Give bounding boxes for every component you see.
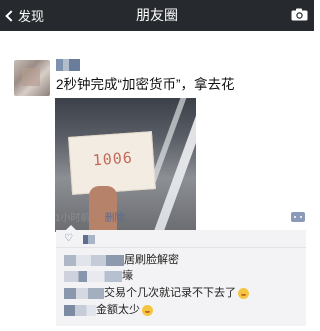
like-name-blurred[interactable]: [83, 234, 95, 244]
comment-item[interactable]: 交易个几次就记录不下去了: [64, 284, 249, 300]
page-title: 朋友圈: [136, 7, 178, 23]
commenter-name-blurred[interactable]: [64, 287, 104, 299]
post-time: 1小时前: [55, 213, 91, 224]
smile-emoji: [142, 304, 153, 316]
commenter-name-blurred[interactable]: [64, 254, 124, 266]
delete-link[interactable]: 删除: [105, 209, 125, 224]
comment-item[interactable]: 居刷脸解密: [64, 251, 179, 267]
post-meta: 1小时前 删除: [55, 209, 125, 224]
divider: [56, 247, 306, 248]
grinning-sweat-emoji: [238, 287, 249, 299]
heart-icon: ♡: [64, 233, 73, 244]
comment-text: 壕: [122, 270, 133, 282]
more-options-icon[interactable]: [291, 212, 305, 222]
comments-box: ♡ 居刷脸解密 壕 交易个几次就记录不下去了 金额太少: [56, 225, 306, 326]
comments-caret: [66, 225, 76, 230]
comment-text: 金额太少: [96, 304, 140, 316]
comment-item[interactable]: 金额太少: [64, 301, 153, 317]
comment-text: 交易个几次就记录不下去了: [104, 287, 236, 299]
avatar[interactable]: [14, 60, 50, 96]
camera-icon[interactable]: [291, 8, 308, 21]
top-navbar: 发现 朋友圈: [0, 0, 314, 31]
comment-text: 居刷脸解密: [124, 254, 179, 266]
comment-item[interactable]: 壕: [64, 267, 133, 283]
commenter-name-blurred[interactable]: [64, 304, 96, 316]
username-blurred[interactable]: [56, 59, 80, 71]
paper-note-text: 1006: [92, 148, 134, 170]
paper-note: 1006: [68, 131, 156, 195]
likes-row: ♡: [64, 233, 95, 245]
moment-post: 2秒钟完成“加密货币”，拿去花 1006 1小时前 删除 ♡ 居刷脸解密 壕 交…: [0, 31, 314, 331]
commenter-name-blurred[interactable]: [64, 270, 122, 282]
post-text: 2秒钟完成“加密货币”，拿去花: [56, 77, 235, 92]
